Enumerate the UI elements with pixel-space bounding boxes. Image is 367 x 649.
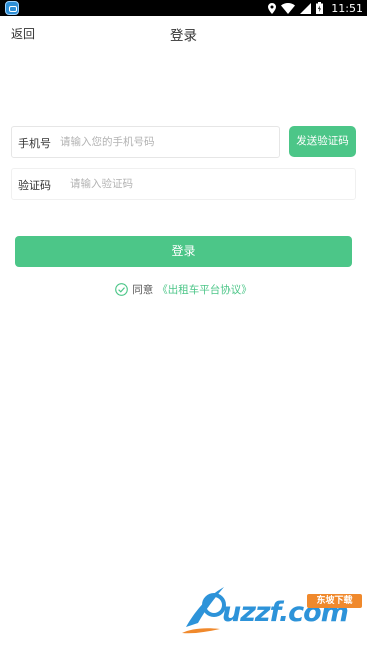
phone-label: 手机号 xyxy=(18,137,51,150)
send-code-button[interactable]: 发送验证码 xyxy=(289,126,356,157)
code-row: 验证码 xyxy=(11,168,356,200)
agreement-link[interactable]: 《出租车平台协议》 xyxy=(157,282,252,297)
wifi-icon xyxy=(281,2,296,14)
phone-row: 手机号 xyxy=(11,126,280,158)
agreement-row: 同意 《出租车平台协议》 xyxy=(0,281,367,297)
agreement-prefix: 同意 xyxy=(132,283,154,296)
code-label: 验证码 xyxy=(18,179,51,192)
login-button[interactable]: 登录 xyxy=(15,236,352,267)
watermark-logo: uzzf.com 东坡下载 xyxy=(180,583,365,635)
header: 返回 登录 xyxy=(0,16,367,50)
status-bar: 11:51 xyxy=(0,0,367,16)
signal-icon xyxy=(300,2,312,14)
status-time: 11:51 xyxy=(331,1,363,15)
status-icons: 11:51 xyxy=(268,0,363,16)
watermark-badge: 东坡下载 xyxy=(307,594,362,608)
location-icon xyxy=(268,2,277,14)
phone-input[interactable] xyxy=(60,133,270,151)
page-title: 登录 xyxy=(170,28,197,44)
check-circle-icon[interactable] xyxy=(115,282,129,296)
battery-icon xyxy=(316,2,324,14)
app-icon xyxy=(5,1,19,15)
code-input[interactable] xyxy=(70,175,340,193)
